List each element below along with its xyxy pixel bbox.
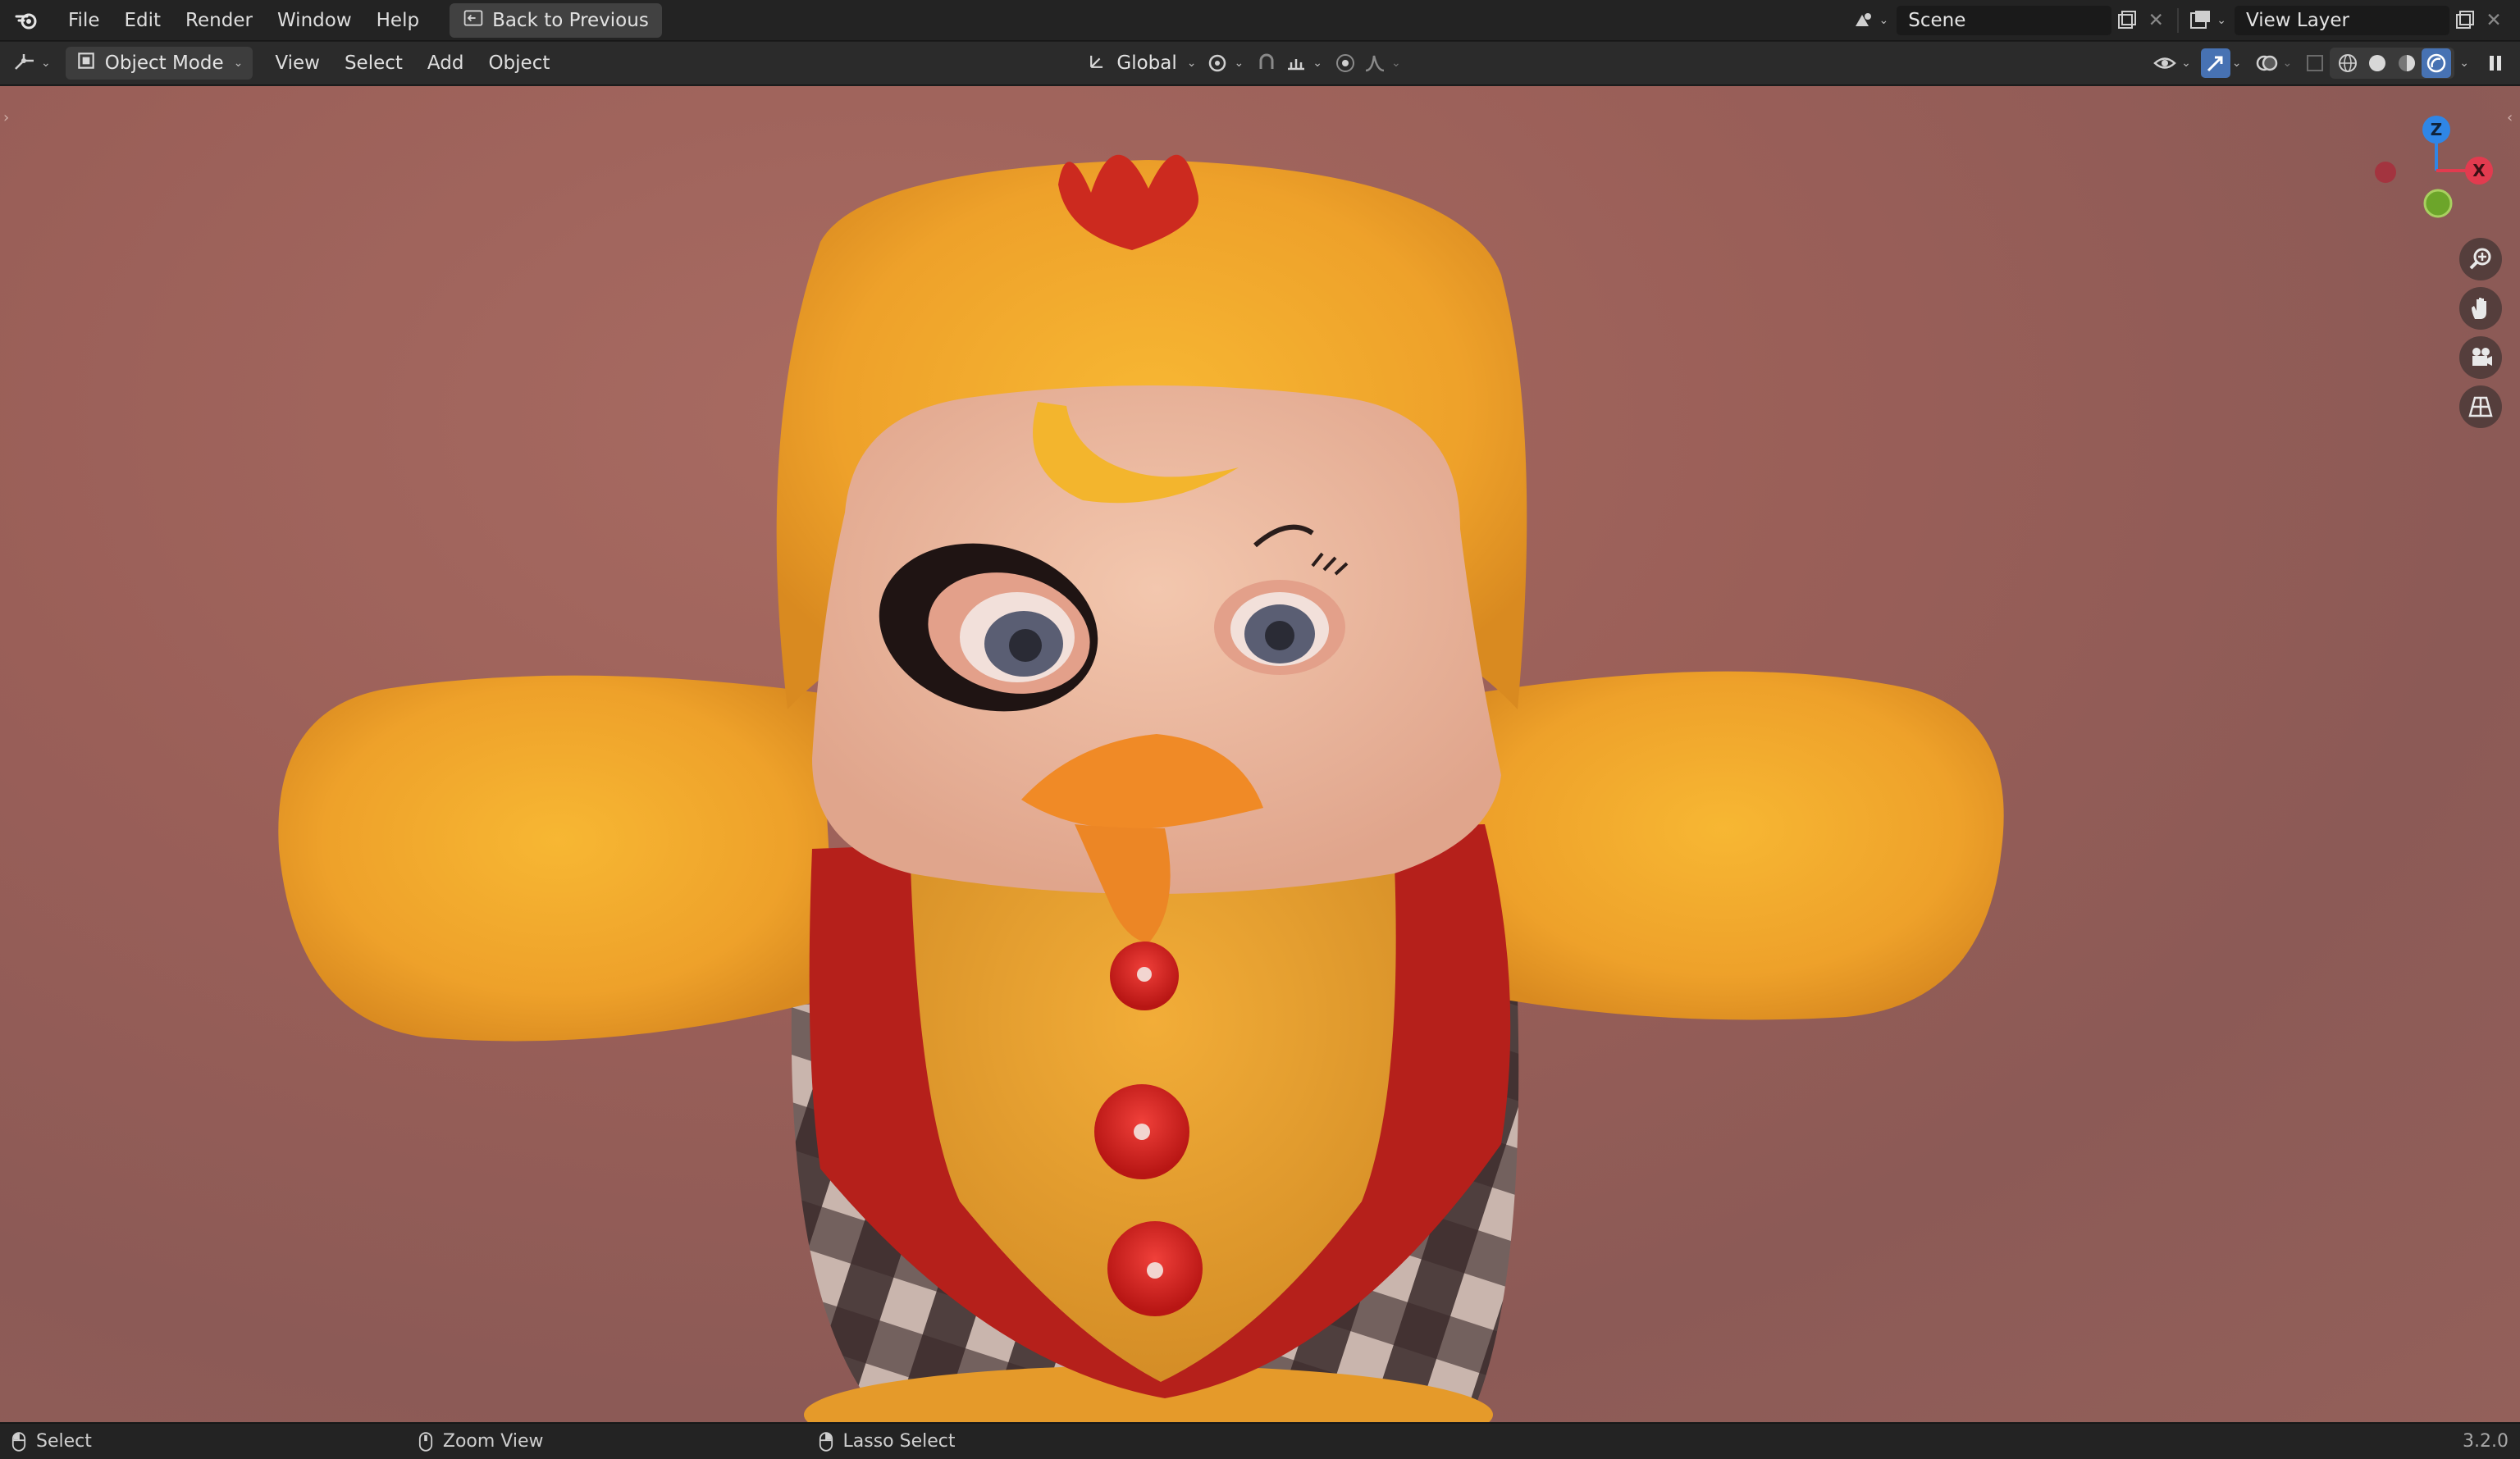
pause-render-icon[interactable] xyxy=(2481,48,2510,78)
show-gizmo-icon[interactable] xyxy=(2200,48,2230,78)
mouse-left-icon xyxy=(11,1431,26,1452)
menu-object[interactable]: Object xyxy=(476,48,562,79)
blender-logo-icon[interactable] xyxy=(11,6,41,35)
status-zoom-label: Zoom View xyxy=(442,1431,544,1452)
3d-viewport[interactable]: › ‹ Z X xyxy=(0,86,2520,1422)
proportional-editing-icon[interactable] xyxy=(1331,48,1360,78)
hand-icon xyxy=(2472,298,2486,319)
mouse-middle-icon xyxy=(418,1431,432,1452)
new-scene-icon[interactable] xyxy=(2111,6,2141,35)
object-mode-dropdown[interactable]: Object Mode ⌄ xyxy=(65,47,253,80)
menu-window[interactable]: Window xyxy=(265,5,364,36)
grid-perspective-icon xyxy=(2468,396,2493,417)
gizmo-x-label: X xyxy=(2472,161,2486,180)
menu-select[interactable]: Select xyxy=(332,48,415,79)
chevron-down-icon: ⌄ xyxy=(1879,13,1889,27)
scene-name: Scene xyxy=(1908,9,1966,31)
chevron-down-icon: ⌄ xyxy=(1186,57,1197,70)
status-select-label: Select xyxy=(36,1431,92,1452)
wireframe-shading-icon[interactable] xyxy=(2333,48,2362,78)
material-preview-icon[interactable] xyxy=(2392,48,2422,78)
rendered-scene-image xyxy=(278,154,2004,1422)
left-toolbar-expand-icon[interactable]: › xyxy=(3,109,9,126)
viewport-header: ⌄ Object Mode ⌄ View Select Add Object G… xyxy=(0,42,2520,85)
zoom-view-button[interactable] xyxy=(2459,238,2502,280)
solid-shading-icon[interactable] xyxy=(2362,48,2392,78)
rendered-shading-icon[interactable] xyxy=(2422,48,2452,78)
gizmo-z-label: Z xyxy=(2431,120,2443,139)
scene-name-field[interactable]: Scene xyxy=(1897,5,2112,35)
mouse-right-icon xyxy=(819,1431,833,1452)
object-mode-icon xyxy=(75,50,97,76)
status-lasso: Lasso Select xyxy=(819,1431,956,1452)
menu-view[interactable]: View xyxy=(262,48,332,79)
navigation-gizmo[interactable]: Z X xyxy=(2371,107,2510,246)
chevron-down-icon: ⌄ xyxy=(2231,57,2242,70)
transform-orientation-dropdown[interactable]: Global ⌄ xyxy=(1080,47,1203,80)
chevron-down-icon: ⌄ xyxy=(1390,57,1401,70)
status-select: Select xyxy=(11,1431,92,1452)
snap-increment-icon[interactable] xyxy=(1281,48,1311,78)
perspective-toggle-button[interactable] xyxy=(2459,385,2502,428)
back-to-previous-button[interactable]: Back to Previous xyxy=(450,2,662,38)
shading-mode-group xyxy=(2330,48,2455,79)
editor-type-icon[interactable] xyxy=(10,48,39,78)
back-icon xyxy=(463,7,484,34)
camera-icon xyxy=(2472,348,2492,366)
pivot-point-icon[interactable] xyxy=(1203,48,1232,78)
back-to-previous-label: Back to Previous xyxy=(492,9,649,31)
chevron-down-icon: ⌄ xyxy=(2459,57,2469,70)
scene-selector-icon[interactable] xyxy=(1848,6,1878,35)
chevron-down-icon: ⌄ xyxy=(233,57,244,70)
zoom-icon xyxy=(2469,248,2491,270)
menu-help[interactable]: Help xyxy=(364,5,431,36)
overlays-icon[interactable] xyxy=(2252,48,2281,78)
separator xyxy=(2177,7,2180,33)
close-scene-icon[interactable]: ✕ xyxy=(2141,6,2171,35)
view-layer-field[interactable]: View Layer xyxy=(2235,5,2449,35)
menu-add[interactable]: Add xyxy=(415,48,477,79)
menu-edit[interactable]: Edit xyxy=(112,5,174,36)
object-mode-label: Object Mode xyxy=(104,52,224,74)
chevron-down-icon: ⌄ xyxy=(1234,57,1244,70)
status-bar: Select Zoom View Lasso Select 3.2.0 xyxy=(0,1423,2520,1459)
view-layer-icon[interactable] xyxy=(2185,6,2215,35)
orientation-label: Global xyxy=(1116,52,1177,74)
status-zoom: Zoom View xyxy=(418,1431,544,1452)
top-bar: File Edit Render Window Help Back to Pre… xyxy=(0,0,2520,41)
view-layer-name: View Layer xyxy=(2246,9,2350,31)
xray-toggle-icon[interactable] xyxy=(2300,48,2330,78)
chevron-down-icon: ⌄ xyxy=(41,57,51,70)
chevron-down-icon: ⌄ xyxy=(2181,57,2191,70)
chevron-down-icon: ⌄ xyxy=(2282,57,2293,70)
status-lasso-label: Lasso Select xyxy=(842,1431,956,1452)
menu-file[interactable]: File xyxy=(56,5,112,36)
chevron-down-icon: ⌄ xyxy=(1312,57,1322,70)
falloff-icon[interactable] xyxy=(1360,48,1390,78)
chevron-down-icon: ⌄ xyxy=(2216,13,2226,27)
close-view-layer-icon[interactable]: ✕ xyxy=(2479,6,2509,35)
menu-render[interactable]: Render xyxy=(173,5,265,36)
new-view-layer-icon[interactable] xyxy=(2449,6,2479,35)
camera-view-button[interactable] xyxy=(2459,336,2502,379)
visibility-eye-icon[interactable] xyxy=(2150,48,2180,78)
version-label: 3.2.0 xyxy=(2463,1431,2509,1452)
orientation-icon xyxy=(1087,50,1108,76)
pan-view-button[interactable] xyxy=(2459,287,2502,330)
snap-toggle-icon[interactable] xyxy=(1252,48,1281,78)
